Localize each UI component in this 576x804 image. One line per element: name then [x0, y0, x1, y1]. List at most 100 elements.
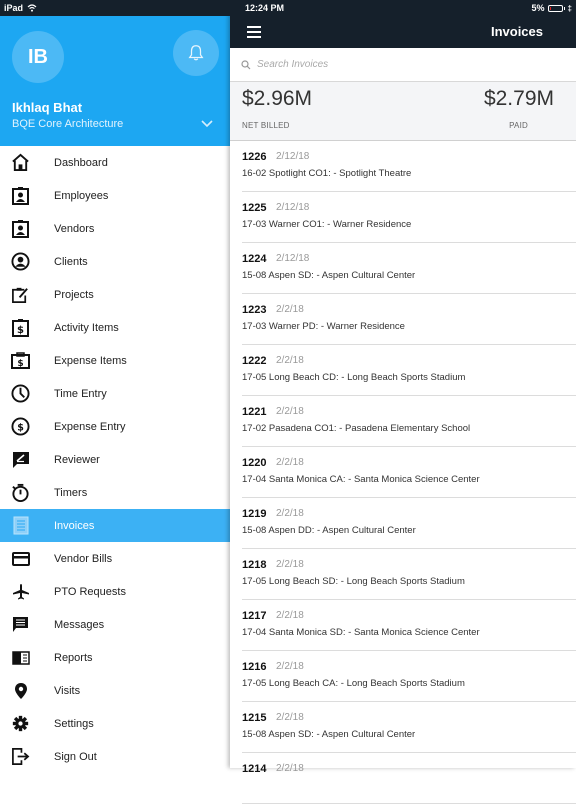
sidebar-item-label: Vendor Bills: [54, 552, 113, 565]
invoice-number: 1224: [242, 253, 267, 265]
sidebar-item-pto-requests[interactable]: PTO Requests: [0, 575, 230, 608]
message-icon: [11, 615, 30, 634]
invoice-description: 15-08 Aspen SD: - Aspen Cultural Center: [242, 270, 416, 281]
paid-value: $2.79M: [483, 87, 554, 110]
invoice-date: 2/2/18: [276, 610, 304, 621]
home-icon: [11, 153, 30, 172]
sidebar-item-invoices[interactable]: Invoices: [0, 509, 230, 542]
notifications-button[interactable]: [173, 30, 219, 76]
sidebar-item-label: Employees: [54, 189, 109, 202]
invoice-icon: [11, 516, 30, 535]
invoice-description: 17-03 Warner CO1: - Warner Residence: [242, 219, 412, 230]
sidebar-item-sign-out[interactable]: Sign Out: [0, 740, 230, 773]
sidebar-item-timers[interactable]: Timers: [0, 476, 230, 509]
expense-dollar-icon: $: [11, 351, 30, 370]
invoice-description: 17-02 Pasadena CO1: - Pasadena Elementar…: [242, 423, 471, 434]
dollar-circle-icon: $: [11, 417, 30, 436]
sidebar-item-label: Projects: [54, 288, 94, 301]
sidebar-item-label: Activity Items: [54, 321, 119, 334]
invoice-date: 2/12/18: [276, 151, 310, 162]
invoice-row[interactable]: 1220 2/2/18 17-04 Santa Monica CA: - Santa…: [230, 447, 576, 498]
invoice-date: 2/2/18: [276, 559, 304, 570]
invoice-row[interactable]: 1223 2/2/18 17-03 Warner PD: - Warner Resi…: [230, 294, 576, 345]
invoice-description: 17-03 Warner PD: - Warner Residence: [242, 321, 405, 332]
charging-icon: ‡: [567, 3, 572, 13]
invoice-row[interactable]: 1222 2/2/18 17-05 Long Beach CD: - Long Be…: [230, 345, 576, 396]
invoice-number: 1219: [242, 508, 267, 520]
profile-header: IB Ikhlaq Bhat BQE Core Architecture: [0, 16, 230, 146]
sidebar-item-label: Time Entry: [54, 387, 107, 400]
net-billed-value: $2.96M: [242, 87, 313, 110]
invoice-number: 1220: [242, 457, 267, 469]
invoice-row[interactable]: 1219 2/2/18 15-08 Aspen DD: - Aspen Cultur…: [230, 498, 576, 549]
avatar[interactable]: IB: [12, 31, 64, 83]
vendor-badge-icon: [11, 219, 30, 238]
sidebar-item-projects[interactable]: Projects: [0, 278, 230, 311]
sidebar-item-employees[interactable]: Employees: [0, 179, 230, 212]
clock-icon: [11, 384, 30, 403]
sidebar-item-expense-entry[interactable]: $ Expense Entry: [0, 410, 230, 443]
reviewer-icon: [11, 450, 30, 469]
invoice-date: 2/2/18: [276, 763, 304, 774]
sidebar-item-activity-items[interactable]: $ Activity Items: [0, 311, 230, 344]
stopwatch-icon: [11, 483, 30, 502]
menu-button[interactable]: [247, 26, 261, 38]
sidebar-item-label: Dashboard: [54, 156, 108, 169]
invoices-panel: Invoices $2.96M NET BILLED $2.79M PAID 1…: [230, 0, 576, 804]
sidebar-item-reports[interactable]: Reports: [0, 641, 230, 674]
invoice-row[interactable]: 1218 2/2/18 17-05 Long Beach SD: - Long Be…: [230, 549, 576, 600]
sidebar-item-dashboard[interactable]: Dashboard: [0, 146, 230, 179]
invoice-row[interactable]: 1214 2/2/18: [230, 753, 576, 804]
sidebar-drawer: IB Ikhlaq Bhat BQE Core Architecture Das…: [0, 16, 230, 768]
invoice-row[interactable]: 1226 2/12/18 16-02 Spotlight CO1: - Spotli…: [230, 141, 576, 192]
invoice-row[interactable]: 1216 2/2/18 17-05 Long Beach CA: - Long Be…: [230, 651, 576, 702]
invoice-date: 2/2/18: [276, 712, 304, 723]
invoice-number: 1225: [242, 202, 267, 214]
sidebar-item-settings[interactable]: Settings: [0, 707, 230, 740]
sidebar-item-expense-items[interactable]: $ Expense Items: [0, 344, 230, 377]
airplane-icon: [11, 582, 30, 601]
invoice-list: 1226 2/12/18 16-02 Spotlight CO1: - Spotli…: [230, 141, 576, 804]
sidebar-item-reviewer[interactable]: Reviewer: [0, 443, 230, 476]
status-bar: iPad 12:24 PM 5% ‡: [0, 0, 576, 16]
navigation-menu: Dashboard Employees Vendors Clients Proj…: [0, 146, 230, 773]
search-bar: [230, 48, 576, 82]
invoice-row[interactable]: 1215 2/2/18 15-08 Aspen SD: - Aspen Cultur…: [230, 702, 576, 753]
sidebar-item-label: Reports: [54, 651, 93, 664]
invoice-row[interactable]: 1225 2/12/18 17-03 Warner CO1: - Warner Re…: [230, 192, 576, 243]
invoice-row[interactable]: 1224 2/12/18 15-08 Aspen SD: - Aspen Cultu…: [230, 243, 576, 294]
gear-icon: [11, 714, 30, 733]
invoice-date: 2/2/18: [276, 661, 304, 672]
sidebar-item-label: Expense Entry: [54, 420, 126, 433]
invoice-date: 2/12/18: [276, 253, 310, 264]
invoice-date: 2/2/18: [276, 457, 304, 468]
sidebar-item-vendor-bills[interactable]: Vendor Bills: [0, 542, 230, 575]
invoice-row[interactable]: 1221 2/2/18 17-02 Pasadena CO1: - Pasadena…: [230, 396, 576, 447]
search-icon: [241, 59, 251, 69]
chevron-down-icon[interactable]: [201, 120, 213, 128]
client-circle-icon: [11, 252, 30, 271]
sidebar-item-visits[interactable]: Visits: [0, 674, 230, 707]
invoice-description: 15-08 Aspen DD: - Aspen Cultural Center: [242, 525, 416, 536]
device-label: iPad: [4, 3, 24, 13]
paid-label: PAID: [509, 121, 528, 130]
sidebar-item-clients[interactable]: Clients: [0, 245, 230, 278]
battery-icon: [547, 4, 565, 12]
sidebar-item-vendors[interactable]: Vendors: [0, 212, 230, 245]
activity-dollar-icon: $: [11, 318, 30, 337]
invoice-date: 2/12/18: [276, 202, 310, 213]
sidebar-item-label: Visits: [54, 684, 81, 697]
invoice-date: 2/2/18: [276, 508, 304, 519]
svg-text:$: $: [17, 325, 24, 336]
invoice-number: 1216: [242, 661, 267, 673]
search-input[interactable]: [257, 59, 537, 70]
page-title: Invoices: [490, 24, 543, 39]
battery-percent: 5%: [531, 3, 545, 13]
invoice-number: 1226: [242, 151, 267, 163]
invoice-description: 17-05 Long Beach CA: - Long Beach Sports…: [242, 678, 465, 689]
sidebar-item-messages[interactable]: Messages: [0, 608, 230, 641]
invoice-number: 1217: [242, 610, 267, 622]
sidebar-item-time-entry[interactable]: Time Entry: [0, 377, 230, 410]
sidebar-item-label: Sign Out: [54, 750, 97, 763]
invoice-row[interactable]: 1217 2/2/18 17-04 Santa Monica SD: - Santa…: [230, 600, 576, 651]
